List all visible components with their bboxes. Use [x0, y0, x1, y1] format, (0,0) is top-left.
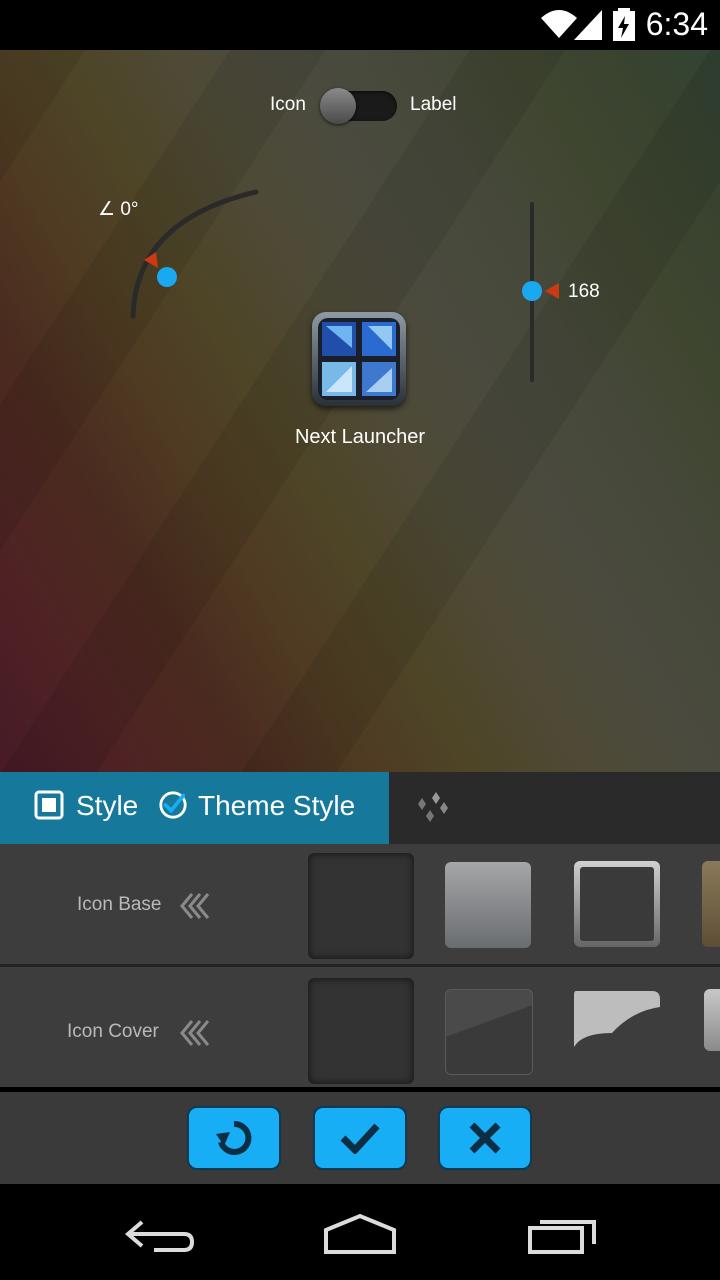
theme-style-check-icon[interactable]: [158, 790, 188, 820]
status-bar: 6:34: [0, 0, 720, 50]
toggle-left-label: Icon: [270, 94, 306, 115]
icon-cover-option-glass[interactable]: [445, 989, 533, 1075]
home-icon[interactable]: [322, 1212, 398, 1256]
icon-base-option-leather[interactable]: [702, 861, 720, 947]
action-bar: [0, 1092, 720, 1184]
size-pointer: [545, 283, 559, 299]
tab-style-group: Style Theme Style: [0, 772, 389, 844]
check-icon: [340, 1123, 380, 1154]
tab-style[interactable]: Style: [76, 790, 138, 822]
reset-icon: [216, 1120, 252, 1155]
back-icon[interactable]: [124, 1214, 196, 1254]
battery-charging-icon: [613, 8, 635, 41]
close-icon: [469, 1122, 501, 1154]
angle-icon: ∠: [98, 199, 116, 220]
signal-icon: [574, 10, 602, 40]
confirm-button[interactable]: [313, 1106, 407, 1170]
double-chevron-left-icon: [180, 893, 210, 919]
icon-base-frame-inner: [580, 867, 654, 941]
icon-base-option-none[interactable]: [308, 853, 414, 959]
rotation-arc-slider[interactable]: [120, 180, 270, 330]
icon-cover-option-none[interactable]: [308, 978, 414, 1084]
cancel-button[interactable]: [438, 1106, 532, 1170]
style-tab-bar: Style Theme Style: [0, 772, 720, 844]
icon-base-option-frame[interactable]: [574, 861, 660, 947]
status-time: 6:34: [645, 6, 708, 42]
icon-cover-option-gloss[interactable]: [572, 989, 662, 1049]
preview-area: Icon Label ∠ 0° 168 Next Launcher: [0, 50, 720, 772]
double-chevron-left-icon: [180, 1020, 210, 1046]
icon-base-row: Icon Base: [0, 844, 720, 964]
icon-cover-option-partial[interactable]: [704, 989, 720, 1051]
tab-theme-style[interactable]: Theme Style: [198, 790, 355, 822]
app-name-label: Next Launcher: [294, 426, 426, 448]
icon-cover-row: Icon Cover: [0, 967, 720, 1087]
navigation-bar: [0, 1184, 720, 1280]
diamonds-icon[interactable]: [414, 790, 454, 826]
toggle-knob[interactable]: [320, 88, 356, 124]
next-launcher-icon[interactable]: [312, 312, 406, 406]
toggle-right-label: Label: [410, 94, 457, 115]
recents-icon[interactable]: [526, 1214, 602, 1256]
reset-button[interactable]: [187, 1106, 281, 1170]
icon-base-label: Icon Base: [77, 894, 162, 915]
next-launcher-glyph: [322, 322, 396, 396]
icon-cover-label: Icon Cover: [67, 1021, 159, 1042]
size-value: 168: [568, 281, 600, 302]
rotation-thumb[interactable]: [157, 267, 177, 287]
wifi-icon: [541, 10, 577, 38]
style-checkbox[interactable]: [34, 790, 64, 820]
icon-label-toggle-row: Icon Label: [0, 88, 720, 128]
size-slider-thumb[interactable]: [522, 281, 542, 301]
icon-base-option-metal[interactable]: [445, 862, 531, 948]
